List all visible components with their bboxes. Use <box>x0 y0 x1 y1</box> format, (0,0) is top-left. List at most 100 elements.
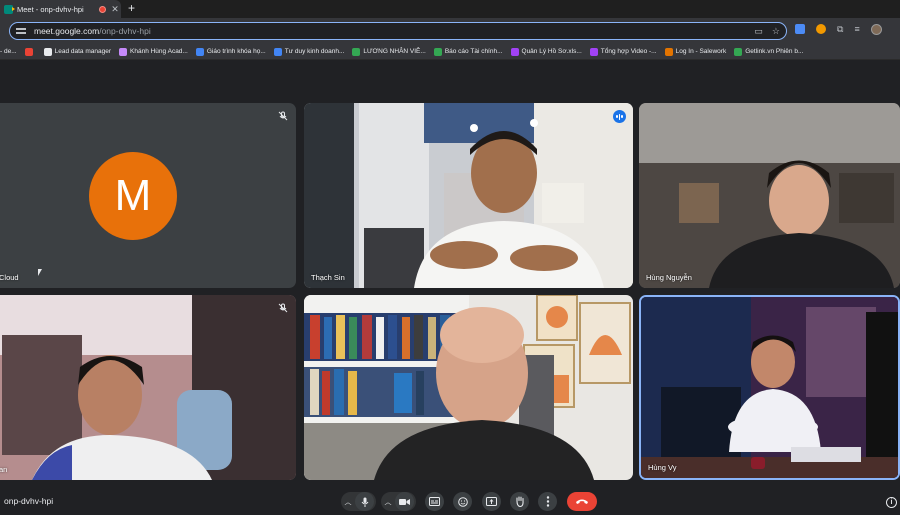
bookmark-favicon-icon <box>352 47 361 56</box>
browser-tab[interactable]: Meet - onp-dvhv-hpi ✕ <box>0 0 121 18</box>
emoji-icon <box>457 496 468 507</box>
bookmark-favicon-icon <box>273 47 282 56</box>
bookmark-favicon-icon <box>734 47 743 56</box>
bookmark-label: Khánh Hùng Acad... <box>130 48 188 55</box>
recording-indicator-icon <box>99 5 106 13</box>
camera-control: ︿ <box>381 492 416 511</box>
bookmark-label: Lead data manager <box>54 48 112 55</box>
extension-icon[interactable] <box>816 24 826 34</box>
meet-favicon-icon <box>4 4 15 14</box>
url-path: /onp-dvhv-hpi <box>99 26 151 36</box>
site-info-icon[interactable] <box>16 27 26 35</box>
participant-tile-thach-sin[interactable]: Thạch Sin <box>304 103 633 288</box>
camera-options-chevron-icon[interactable]: ︿ <box>381 497 395 507</box>
tab-close-icon[interactable]: ✕ <box>110 4 120 15</box>
captions-icon <box>429 497 440 506</box>
camera-button[interactable] <box>395 492 414 511</box>
video-feed-an <box>0 295 296 480</box>
extension-icons: ⧉ ≡ <box>795 24 882 35</box>
bookmark-favicon-icon <box>43 47 52 56</box>
mic-options-chevron-icon[interactable]: ︿ <box>341 497 355 507</box>
bookmark-label: LƯƠNG NHÂN VIÊ... <box>363 48 426 55</box>
participant-name: Cloud <box>0 273 19 282</box>
url-host: meet.google.com <box>34 26 100 36</box>
bookmark-label: Tổng hợp Video -... <box>600 48 657 55</box>
bookmark-item[interactable]: Quản Lý Hồ Sơ.xls... <box>510 47 582 56</box>
bookmark-label: Log In - Salework <box>675 48 727 55</box>
tab-strip: Meet - onp-dvhv-hpi ✕ + <box>0 0 900 18</box>
address-bar[interactable]: meet.google.com/onp-dvhv-hpi ▭ ☆ <box>9 22 787 40</box>
tab-title: Meet - onp-dvhv-hpi <box>17 4 84 14</box>
mic-icon <box>361 497 368 507</box>
video-feed-thach-sin <box>304 103 633 288</box>
captions-button[interactable] <box>425 492 444 511</box>
raise-hand-button[interactable] <box>510 492 529 511</box>
speaking-indicator-icon <box>613 110 626 123</box>
participant-tile-presenter[interactable] <box>304 295 633 480</box>
reactions-button[interactable] <box>453 492 472 511</box>
hand-icon <box>515 496 524 507</box>
mic-control: ︿ <box>341 492 376 511</box>
more-vert-icon <box>546 496 549 507</box>
translate-extension-icon[interactable] <box>795 24 805 34</box>
bookmark-item[interactable]: Tư duy kinh doanh... <box>273 47 345 56</box>
bookmark-label: Quản Lý Hồ Sơ.xls... <box>521 48 582 55</box>
participant-tile-cloud[interactable]: M Cloud <box>0 103 296 288</box>
present-icon <box>486 497 497 506</box>
meeting-controls-bar: onp-dvhv-hpi ︿ ︿ i <box>0 488 900 515</box>
bookmark-item[interactable]: Giáo trình khóa họ... <box>195 47 266 56</box>
new-tab-button[interactable]: + <box>128 1 135 15</box>
video-feed-hung-vy <box>641 297 898 478</box>
omnibox-actions: ▭ ☆ <box>754 26 780 37</box>
mouse-cursor-icon <box>38 269 42 276</box>
extensions-puzzle-icon[interactable]: ⧉ <box>837 24 843 35</box>
more-options-button[interactable] <box>538 492 557 511</box>
bookmark-favicon-icon <box>433 47 442 56</box>
mic-off-icon <box>278 111 288 121</box>
bookmark-label: Tư duy kinh doanh... <box>284 48 345 55</box>
meeting-info-icon[interactable]: i <box>886 497 897 508</box>
bookmark-favicon-icon <box>510 47 519 56</box>
bookmark-item[interactable]: Tổng hợp Video -... <box>589 47 657 56</box>
participant-name: an <box>0 465 8 474</box>
bookmark-label: Getlink.vn Phiên b... <box>745 48 804 55</box>
screen: Meet - onp-dvhv-hpi ✕ + meet.google.com /… <box>0 0 900 515</box>
participant-tile-an[interactable]: an <box>0 295 296 480</box>
present-screen-button[interactable] <box>482 492 501 511</box>
participant-name: Thạch Sin <box>311 273 345 282</box>
profile-avatar[interactable] <box>870 24 882 35</box>
participant-tile-hung-nguyen[interactable]: Hùng Nguyễn <box>639 103 900 288</box>
bookmarks-bar: - de... Lead data manager Khánh Hùng Acad.… <box>0 44 900 60</box>
bookmark-favicon-icon <box>589 47 598 56</box>
meeting-code: onp-dvhv-hpi <box>4 496 54 506</box>
bookmark-item[interactable]: Báo cáo Tài chính... <box>433 47 503 56</box>
video-feed-hung-nguyen <box>639 103 900 288</box>
video-feed-presenter <box>304 295 633 480</box>
participant-name: Hùng Vy <box>648 463 677 472</box>
bookmark-favicon-icon <box>664 47 673 56</box>
cast-icon[interactable]: ▭ <box>754 26 763 37</box>
browser-toolbar: meet.google.com/onp-dvhv-hpi ▭ ☆ ⧉ ≡ <box>0 18 900 44</box>
bookmark-item[interactable]: Log In - Salework <box>664 47 727 56</box>
bookmark-item[interactable]: - de... <box>0 48 17 55</box>
avatar: M <box>89 152 177 240</box>
mic-off-icon <box>278 303 288 313</box>
bookmark-label: Giáo trình khóa họ... <box>206 48 266 55</box>
leave-call-button[interactable] <box>567 492 597 511</box>
bookmark-star-icon[interactable]: ☆ <box>772 26 780 37</box>
participant-name: Hùng Nguyễn <box>646 273 692 282</box>
bookmark-favicon-icon <box>24 47 33 56</box>
bookmark-favicon-icon <box>195 47 204 56</box>
meet-stage: M Cloud Thạch Sin Hùng Nguyễn an Hùng Vy <box>0 60 900 515</box>
bookmark-item[interactable]: Getlink.vn Phiên b... <box>734 47 804 56</box>
participant-tile-hung-vy[interactable]: Hùng Vy <box>639 295 900 480</box>
media-control-icon[interactable]: ≡ <box>854 24 859 35</box>
bookmark-item[interactable] <box>24 47 36 56</box>
camera-icon <box>399 498 410 505</box>
bookmark-item[interactable]: Khánh Hùng Acad... <box>119 47 188 56</box>
bookmark-label: Báo cáo Tài chính... <box>444 48 503 55</box>
bookmark-item[interactable]: LƯƠNG NHÂN VIÊ... <box>352 47 426 56</box>
mic-button[interactable] <box>355 492 374 511</box>
bookmark-favicon-icon <box>119 47 128 56</box>
bookmark-item[interactable]: Lead data manager <box>43 47 112 56</box>
